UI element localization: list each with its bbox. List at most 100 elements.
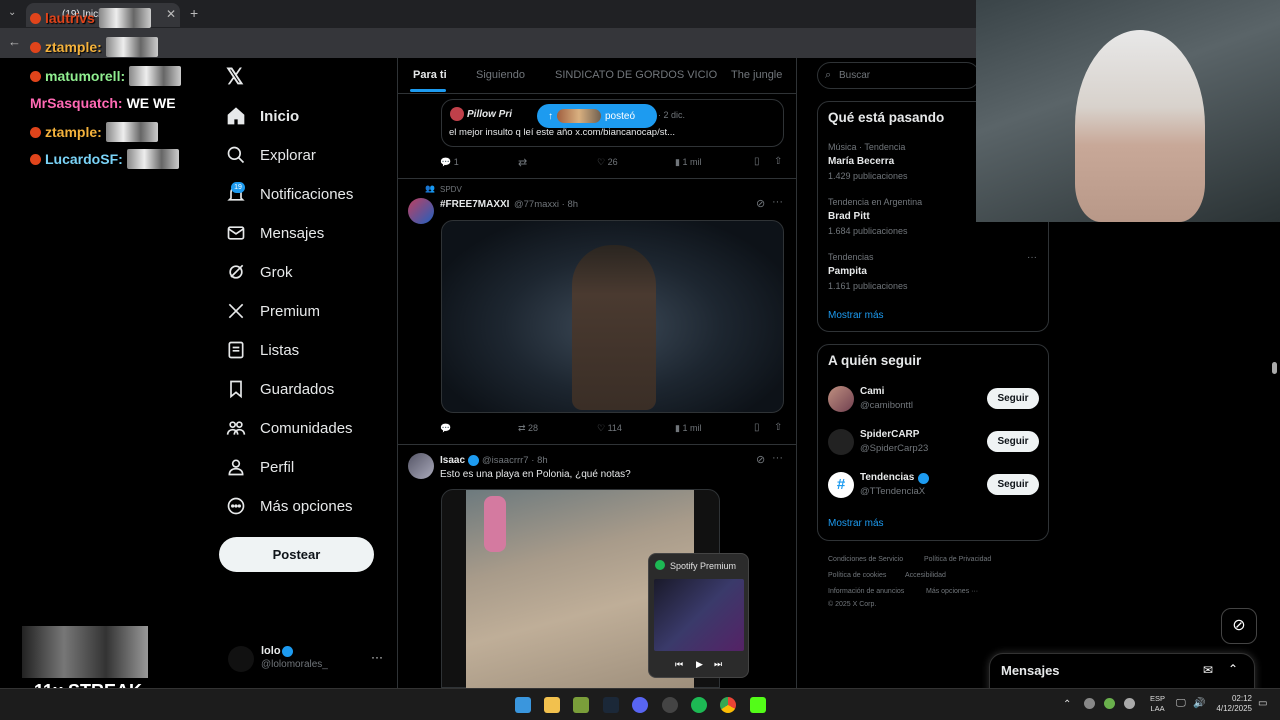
- next-icon[interactable]: ⏭: [714, 659, 722, 670]
- back-icon[interactable]: ←: [8, 34, 21, 49]
- tray-chevron-icon[interactable]: ⌃: [1063, 699, 1071, 710]
- show-more-link[interactable]: Mostrar más: [828, 518, 884, 529]
- file-explorer-icon[interactable]: [544, 697, 560, 713]
- tab-siguiendo[interactable]: Siguiendo: [476, 69, 525, 81]
- sidebar-item-grok[interactable]: Grok: [226, 262, 293, 282]
- tray-icon[interactable]: [1104, 698, 1115, 709]
- follow-handle: @TTendenciaX: [860, 486, 926, 497]
- tab-the-jungle[interactable]: The jungle: [731, 69, 782, 81]
- trend-item[interactable]: Tendencia en Argentina Brad Pitt 1.684 pub…: [828, 197, 922, 236]
- network-icon[interactable]: 🖵: [1176, 698, 1186, 709]
- obs-icon[interactable]: [662, 697, 678, 713]
- app-icon[interactable]: [573, 697, 589, 713]
- footer-link[interactable]: Accesibilidad: [905, 572, 946, 579]
- expand-icon[interactable]: ⌃: [1228, 662, 1238, 676]
- grok-icon[interactable]: ⊘: [756, 453, 765, 466]
- clock[interactable]: 02:12 4/12/2025: [1212, 694, 1252, 714]
- avatar[interactable]: [828, 386, 854, 412]
- discord-icon[interactable]: [632, 697, 648, 713]
- new-message-icon[interactable]: ✉: [1203, 663, 1213, 677]
- tray-icon[interactable]: [1084, 698, 1095, 709]
- like-button[interactable]: ♡ 26: [597, 157, 618, 168]
- footer-link[interactable]: Condiciones de Servicio: [828, 556, 903, 563]
- x-logo-icon[interactable]: 𝕏: [226, 64, 244, 90]
- grok-floating-icon[interactable]: ⊘: [1221, 608, 1257, 644]
- steam-icon[interactable]: [603, 697, 619, 713]
- share-icon[interactable]: ⇧: [774, 422, 782, 433]
- sidebar-item-comunidades[interactable]: Comunidades: [226, 418, 353, 438]
- views-button[interactable]: ▮ 1 mil: [675, 157, 701, 168]
- language-indicator[interactable]: ESP LAA: [1150, 694, 1165, 714]
- tray-icon[interactable]: [1124, 698, 1135, 709]
- sidebar-item-mensajes[interactable]: Mensajes: [226, 223, 324, 243]
- like-button[interactable]: ♡ 114: [597, 423, 622, 434]
- play-icon[interactable]: ▶: [696, 659, 703, 670]
- post-author[interactable]: #FREE7MAXXI: [440, 199, 509, 210]
- sidebar-item-inicio[interactable]: Inicio: [226, 106, 299, 126]
- sidebar-item-label: Notificaciones: [260, 185, 354, 203]
- more-icon[interactable]: ···: [1027, 252, 1037, 263]
- avatar[interactable]: [408, 198, 434, 224]
- notifications-icon[interactable]: ▭: [1258, 698, 1267, 709]
- reply-icon[interactable]: 💬: [440, 423, 451, 434]
- repost-icon[interactable]: ⇄: [518, 156, 527, 169]
- trend-item[interactable]: Música · Tendencia María Becerra 1.429 pub…: [828, 142, 908, 181]
- post-time: 8h: [567, 199, 579, 210]
- tab-sindicato[interactable]: SINDICATO DE GORDOS VICIO: [555, 69, 717, 81]
- footer-link[interactable]: Más opciones ···: [926, 588, 978, 595]
- badge-icon: [30, 41, 41, 53]
- hashtag-icon[interactable]: #: [828, 472, 854, 498]
- bookmark-icon[interactable]: ▯: [754, 422, 760, 433]
- footer-link[interactable]: Política de Privacidad: [924, 556, 991, 563]
- close-tab-icon[interactable]: ✕: [166, 7, 176, 21]
- avatar[interactable]: [828, 429, 854, 455]
- more-icon[interactable]: ···: [772, 196, 783, 208]
- follow-button[interactable]: Seguir: [987, 431, 1039, 452]
- sidebar-item-mas-opciones[interactable]: Más opciones: [226, 496, 353, 516]
- tab-list-icon[interactable]: ⌄: [8, 7, 16, 18]
- bookmark-icon[interactable]: ▯: [754, 156, 760, 167]
- follow-name[interactable]: SpiderCARP: [860, 429, 919, 440]
- quote-name: Pillow Pri: [467, 109, 513, 120]
- previous-icon[interactable]: ⏮: [675, 659, 683, 670]
- grok-icon[interactable]: ⊘: [756, 197, 765, 210]
- trend-item[interactable]: Tendencias Pampita 1.161 publicaciones: [828, 252, 908, 291]
- avatar[interactable]: [228, 646, 254, 672]
- bookmark-icon: [230, 380, 242, 399]
- views-button[interactable]: ▮ 1 mil: [675, 423, 701, 434]
- sidebar-item-premium[interactable]: Premium: [226, 301, 320, 321]
- post-button[interactable]: Postear: [219, 537, 374, 572]
- chrome-icon[interactable]: [720, 697, 736, 713]
- trend-name: Brad Pitt: [828, 211, 870, 222]
- share-icon[interactable]: ⇧: [774, 156, 782, 167]
- new-posts-pill[interactable]: ↑ posteó: [537, 104, 657, 128]
- avatar[interactable]: [408, 453, 434, 479]
- sidebar-item-explorar[interactable]: Explorar: [226, 145, 316, 165]
- post-handle: @isaacrrr7 · 8h: [482, 455, 548, 466]
- repost-button[interactable]: ⇄ 28: [518, 423, 538, 434]
- badge-icon: [30, 70, 41, 82]
- follow-name[interactable]: Cami: [860, 386, 884, 397]
- footer-link[interactable]: Política de cookies: [828, 572, 886, 579]
- follow-button[interactable]: Seguir: [987, 474, 1039, 495]
- follow-button[interactable]: Seguir: [987, 388, 1039, 409]
- volume-icon[interactable]: 🔊: [1193, 698, 1205, 709]
- spotify-taskbar-icon[interactable]: [691, 697, 707, 713]
- scrollbar[interactable]: [1272, 362, 1277, 374]
- sidebar-item-notificaciones[interactable]: Notificaciones: [226, 184, 353, 204]
- kick-icon[interactable]: [750, 697, 766, 713]
- footer-link[interactable]: Información de anuncios: [828, 588, 904, 595]
- sidebar-item-guardados[interactable]: Guardados: [226, 379, 334, 399]
- show-more-link[interactable]: Mostrar más: [828, 310, 884, 321]
- more-icon[interactable]: ···: [371, 650, 383, 664]
- reply-button[interactable]: 💬 1: [440, 157, 459, 168]
- post-author[interactable]: Isaac: [440, 455, 465, 466]
- new-tab-icon[interactable]: +: [190, 5, 198, 21]
- windows-start-icon[interactable]: [515, 697, 531, 713]
- sidebar-item-perfil[interactable]: Perfil: [226, 457, 294, 477]
- sidebar-item-listas[interactable]: Listas: [226, 340, 299, 360]
- more-icon[interactable]: ···: [772, 452, 783, 464]
- follow-name[interactable]: Tendencias: [860, 472, 914, 483]
- divider: [398, 444, 796, 445]
- tab-para-ti[interactable]: Para ti: [413, 69, 447, 81]
